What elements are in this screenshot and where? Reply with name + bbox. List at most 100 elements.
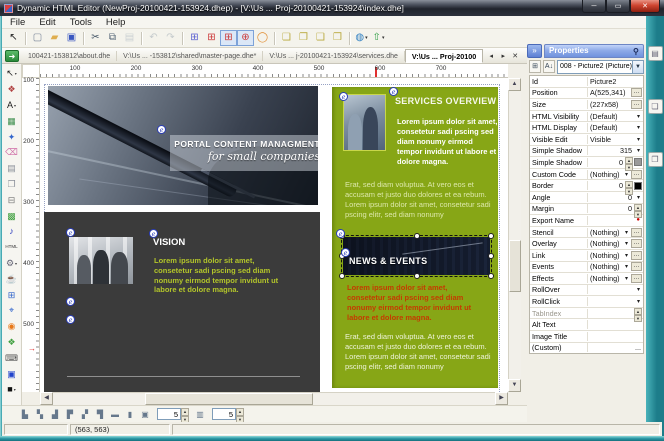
hero-caption[interactable]: PORTAL CONTENT MANAGMENT for small compa… xyxy=(170,135,318,171)
anchor-marker[interactable]: e xyxy=(66,315,75,324)
anchor-marker[interactable]: e xyxy=(66,297,75,306)
dropdown-arrow-icon[interactable]: ▾ xyxy=(634,286,643,293)
property-value[interactable]: (Nothing) xyxy=(588,251,622,260)
property-value[interactable]: Picture2 xyxy=(588,77,643,86)
anchor-marker[interactable]: e xyxy=(66,228,75,237)
scroll-right-button[interactable]: ▶ xyxy=(495,392,508,405)
scroll-up-button[interactable]: ▲ xyxy=(508,78,521,91)
anchor-marker[interactable]: e xyxy=(157,125,166,134)
property-value[interactable]: ... xyxy=(588,343,643,352)
ellipsis-button[interactable]: … xyxy=(631,262,642,272)
dropdown-arrow-icon[interactable]: ▾ xyxy=(622,229,631,236)
chevron-down-icon[interactable]: ▼ xyxy=(631,60,643,73)
open-file-button[interactable]: ▰ xyxy=(46,30,63,46)
send-to-back-button[interactable]: ❐ xyxy=(295,30,312,46)
services-lead-text[interactable]: Lorem ipsum dolor sit amet, consetetur s… xyxy=(397,117,498,166)
pin-icon[interactable]: ⚲ xyxy=(633,47,640,56)
scroll-left-button[interactable]: ◀ xyxy=(40,392,53,405)
panel-expand-button[interactable]: » xyxy=(527,44,542,58)
horizontal-scroll-thumb[interactable] xyxy=(145,393,313,405)
property-value[interactable]: 0 xyxy=(588,158,625,167)
table-tool[interactable]: ⊞ xyxy=(3,287,21,303)
dropdown-arrow-icon[interactable]: ▾ xyxy=(622,252,631,259)
property-row[interactable]: Angle 0 ▾ xyxy=(530,192,643,204)
property-value[interactable]: (Nothing) xyxy=(588,239,622,248)
save-button[interactable]: ▣ xyxy=(63,30,80,46)
menu-tools[interactable]: Tools xyxy=(70,17,92,28)
document-tab-2[interactable]: V:\Us ... -153812\shared\master-page.dhe… xyxy=(117,50,264,61)
spinner-arrows[interactable]: ▲ ▼ xyxy=(236,408,244,424)
copy-button[interactable]: ⧉ xyxy=(104,30,121,46)
ellipsis-button[interactable]: … xyxy=(631,273,642,283)
spinner-control[interactable]: ▲ ▼ xyxy=(625,180,633,195)
dropdown-arrow-icon[interactable]: ▾ xyxy=(622,263,631,270)
ellipsis-button[interactable]: … xyxy=(631,99,642,109)
tab-scroll-left-button[interactable]: ◂ xyxy=(486,52,496,60)
page-properties-button[interactable]: ➜ xyxy=(5,49,19,62)
align-bottom-button[interactable]: ▜ xyxy=(93,407,107,421)
dropdown-arrow-icon[interactable]: ▾ xyxy=(634,147,643,154)
object-selector-combobox[interactable]: 008 - Picture2 (Picture) ▼ xyxy=(557,59,644,74)
menu-file[interactable]: File xyxy=(10,17,25,28)
anchor-marker[interactable]: e xyxy=(341,248,350,257)
horizontal-spacing-spinner-value[interactable]: 5 xyxy=(157,408,181,420)
zoom-settings-tool[interactable]: ⌖ xyxy=(3,303,21,319)
same-size-button[interactable]: ▣ xyxy=(138,407,152,421)
menu-edit[interactable]: Edit xyxy=(39,17,55,28)
ellipse-tool-button[interactable]: ◯ xyxy=(254,30,271,46)
property-row[interactable]: Simple Shadow 0 ▲ ▼ xyxy=(530,157,643,172)
hero-image[interactable]: PORTAL CONTENT MANAGMENT for small compa… xyxy=(48,86,318,205)
bring-forward-button[interactable]: ❑ xyxy=(312,30,329,46)
close-button[interactable]: ✕ xyxy=(630,0,660,13)
dropdown-arrow-icon[interactable]: ▾ xyxy=(634,113,643,120)
dropdown-arrow-icon[interactable]: ▾ xyxy=(622,275,631,282)
properties-panel-header[interactable]: Properties ⚲ xyxy=(544,44,644,58)
property-row[interactable]: Alt Text xyxy=(530,319,643,332)
property-row[interactable]: Id Picture2 xyxy=(530,76,643,88)
spinner-control[interactable]: ▲ ▼ xyxy=(634,308,642,323)
property-row[interactable]: Visible Edit Visible ▾ xyxy=(530,134,643,146)
maximize-button[interactable]: ▭ xyxy=(606,0,630,13)
form-field-tool[interactable]: ⌨ xyxy=(3,350,21,366)
property-value[interactable]: A(525,341) xyxy=(588,88,631,97)
paste-button[interactable]: ▤ xyxy=(121,30,138,46)
tab-close-button[interactable]: ✕ xyxy=(510,52,520,60)
button-tool[interactable]: ▣ xyxy=(3,366,21,382)
spinner-arrows[interactable]: ▲ ▼ xyxy=(181,408,189,424)
vision-photo-1[interactable] xyxy=(69,237,133,284)
text-tool[interactable]: A ▾ xyxy=(3,98,21,114)
layers-tool[interactable]: ❐ xyxy=(3,177,21,193)
dropdown-arrow-icon[interactable]: ▾ xyxy=(634,194,643,201)
shape-tool[interactable]: ❖ xyxy=(3,82,21,98)
news-body-text[interactable]: Erat, sed diam voluptua. At vero eos et … xyxy=(345,332,493,372)
property-row[interactable]: HTML Display (Default) ▾ xyxy=(530,122,643,134)
categorized-view-button[interactable]: ⊞ xyxy=(529,60,541,73)
ellipsis-button[interactable]: … xyxy=(631,250,642,260)
send-backward-button[interactable]: ❒ xyxy=(329,30,346,46)
same-height-button[interactable]: ▮ xyxy=(123,407,137,421)
property-value[interactable]: (227x58) xyxy=(588,100,631,109)
property-row[interactable]: TabIndex ▲ ▼ xyxy=(530,308,643,323)
select-tool[interactable]: ↖ ▾ xyxy=(3,66,21,82)
java-applet-tool[interactable]: ☕ xyxy=(3,271,21,287)
vertical-scroll-thumb[interactable] xyxy=(509,240,521,292)
services-photo[interactable] xyxy=(343,94,386,151)
spinner-control[interactable]: ▲ ▼ xyxy=(634,203,642,218)
dropdown-arrow-icon[interactable]: ▾ xyxy=(622,240,631,247)
preview-in-browser-button[interactable]: ◍ ▾ xyxy=(353,30,370,46)
image-tool[interactable]: ▦ xyxy=(3,113,21,129)
anchor-marker[interactable]: e xyxy=(339,92,348,101)
vertical-scrollbar[interactable]: ▲ ▼ xyxy=(508,78,521,392)
property-row[interactable]: (Custom)... xyxy=(530,343,643,353)
spinner-control[interactable]: ▲ ▼ xyxy=(625,157,633,172)
property-row[interactable]: Events (Nothing) ▾… xyxy=(530,262,643,274)
news-lead-text[interactable]: Lorem ipsum dolor sit amet, consetetur s… xyxy=(347,283,487,324)
align-left-button[interactable]: ▙ xyxy=(18,407,32,421)
property-value[interactable]: 0 xyxy=(588,193,634,202)
dropdown-arrow-icon[interactable]: ▾ xyxy=(622,171,631,178)
vertical-spacing-spinner[interactable]: 5 ▲ ▼ xyxy=(212,408,244,424)
grid-button[interactable]: ⊞ xyxy=(186,30,203,46)
vertical-spacing-spinner-value[interactable]: 5 xyxy=(212,408,236,420)
property-value[interactable]: (Default) xyxy=(588,123,634,132)
minimize-button[interactable]: ─ xyxy=(582,0,606,13)
